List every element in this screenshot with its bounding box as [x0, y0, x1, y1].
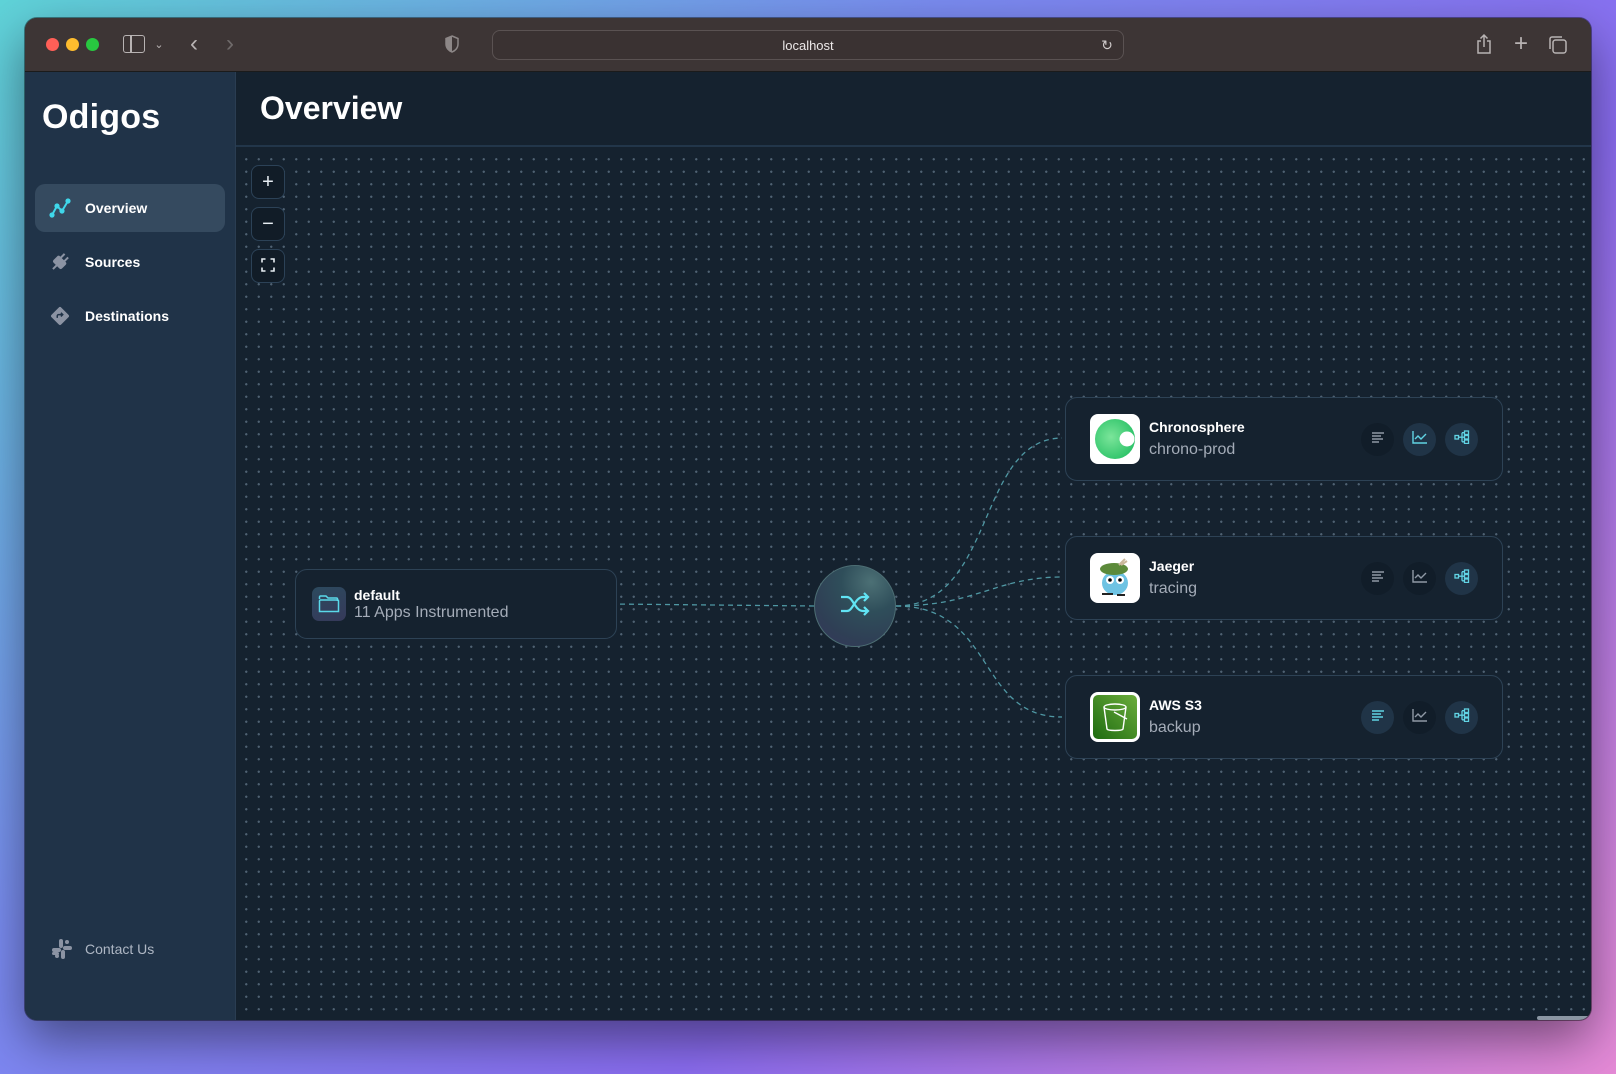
shuffle-icon: [839, 591, 871, 622]
traces-icon: [1453, 568, 1470, 588]
address-bar[interactable]: localhost ↻: [492, 30, 1124, 60]
chevron-left-icon[interactable]: ‹: [185, 30, 203, 57]
fullscreen-window-button[interactable]: [86, 38, 99, 51]
edge-processor-to-jaeger: [895, 576, 1063, 607]
tabs-icon[interactable]: [1547, 34, 1569, 56]
plug-icon: [49, 251, 71, 273]
main-content: Overview + − default 11 Apps Instrumente…: [236, 72, 1591, 1020]
destination-name: AWS S3: [1149, 697, 1202, 713]
logs-icon: [1371, 708, 1385, 726]
fit-view-button[interactable]: [251, 249, 285, 283]
destination-node-chronosphere[interactable]: Chronosphere chrono-prod: [1065, 397, 1503, 481]
metrics-signal-button[interactable]: [1403, 561, 1436, 595]
plus-icon[interactable]: +: [1511, 30, 1531, 57]
page-header: Overview: [236, 72, 1591, 147]
processor-node[interactable]: [814, 565, 896, 647]
signal-toggles: [1361, 422, 1478, 456]
app-logo: Odigos: [42, 98, 161, 136]
sidebar-item-sources[interactable]: Sources: [35, 238, 225, 286]
source-node-default[interactable]: default 11 Apps Instrumented: [295, 569, 617, 639]
folder-icon: [312, 587, 346, 621]
destination-subtitle: tracing: [1149, 580, 1198, 597]
logs-signal-button[interactable]: [1361, 561, 1394, 595]
edge-processor-to-chronosphere: [895, 437, 1063, 607]
edge-processor-to-aws-s3: [895, 605, 1063, 718]
logs-icon: [1371, 430, 1385, 448]
sidebar-item-label: Destinations: [85, 308, 170, 324]
destination-subtitle: backup: [1149, 719, 1201, 736]
chevron-right-icon[interactable]: ›: [221, 30, 239, 57]
overview-flow-canvas[interactable]: + − default 11 Apps Instrumented Chronos…: [236, 149, 1591, 1020]
edge-source-to-processor: [610, 603, 815, 607]
sidebar-icon[interactable]: [123, 35, 145, 53]
url-text: localhost: [782, 37, 834, 53]
signal-toggles: [1361, 700, 1478, 734]
share-icon[interactable]: [1474, 32, 1494, 56]
overview-graph-icon: [49, 197, 71, 219]
logs-icon: [1371, 569, 1385, 587]
destination-diamond-icon: [49, 305, 71, 327]
metrics-signal-button[interactable]: [1403, 700, 1436, 734]
metrics-chart-icon: [1411, 569, 1428, 588]
slack-icon: [51, 938, 73, 960]
traces-icon: [1453, 429, 1470, 449]
logs-signal-button[interactable]: [1361, 422, 1394, 456]
sidebar: Odigos Overview Sources Destinations Con…: [25, 72, 236, 1020]
reload-icon[interactable]: ↻: [1099, 37, 1115, 53]
chevron-down-icon[interactable]: ⌄: [151, 34, 167, 54]
sidebar-item-label: Overview: [85, 200, 148, 216]
zoom-out-button[interactable]: −: [251, 207, 285, 241]
close-window-button[interactable]: [46, 38, 59, 51]
shield-icon[interactable]: [443, 34, 461, 54]
destination-node-jaeger[interactable]: Jaeger tracing: [1065, 536, 1503, 620]
destination-name: Jaeger: [1149, 558, 1195, 574]
sidebar-item-destinations[interactable]: Destinations: [35, 292, 225, 340]
source-subtitle: 11 Apps Instrumented: [354, 603, 509, 621]
horizontal-scrollbar[interactable]: [1537, 1016, 1591, 1020]
aws-s3-logo: [1090, 692, 1140, 742]
traces-signal-button[interactable]: [1445, 700, 1478, 734]
traces-icon: [1453, 707, 1470, 727]
destination-name: Chronosphere: [1149, 419, 1245, 435]
source-name: default: [354, 586, 400, 603]
metrics-signal-button[interactable]: [1403, 422, 1436, 456]
minimize-window-button[interactable]: [66, 38, 79, 51]
contact-us-link[interactable]: Contact Us: [51, 938, 154, 960]
metrics-chart-icon: [1411, 708, 1428, 727]
destination-node-aws-s3[interactable]: AWS S3 backup: [1065, 675, 1503, 759]
signal-toggles: [1361, 561, 1478, 595]
traces-signal-button[interactable]: [1445, 422, 1478, 456]
page-title: Overview: [260, 90, 403, 126]
sidebar-item-overview[interactable]: Overview: [35, 184, 225, 232]
sidebar-item-label: Sources: [85, 254, 141, 270]
destination-subtitle: chrono-prod: [1149, 441, 1236, 458]
fit-view-icon: [261, 255, 275, 278]
chronosphere-logo: [1090, 414, 1140, 464]
contact-us-label: Contact Us: [85, 941, 155, 957]
browser-toolbar: ⌄ ‹ › localhost ↻ +: [25, 18, 1591, 72]
jaeger-logo: [1090, 553, 1140, 603]
odigos-app: Odigos Overview Sources Destinations Con…: [25, 72, 1591, 1020]
logs-signal-button[interactable]: [1361, 700, 1394, 734]
browser-window: ⌄ ‹ › localhost ↻ + Odigos Overview Sour…: [25, 18, 1591, 1020]
zoom-in-button[interactable]: +: [251, 165, 285, 199]
traces-signal-button[interactable]: [1445, 561, 1478, 595]
metrics-chart-icon: [1411, 430, 1428, 449]
